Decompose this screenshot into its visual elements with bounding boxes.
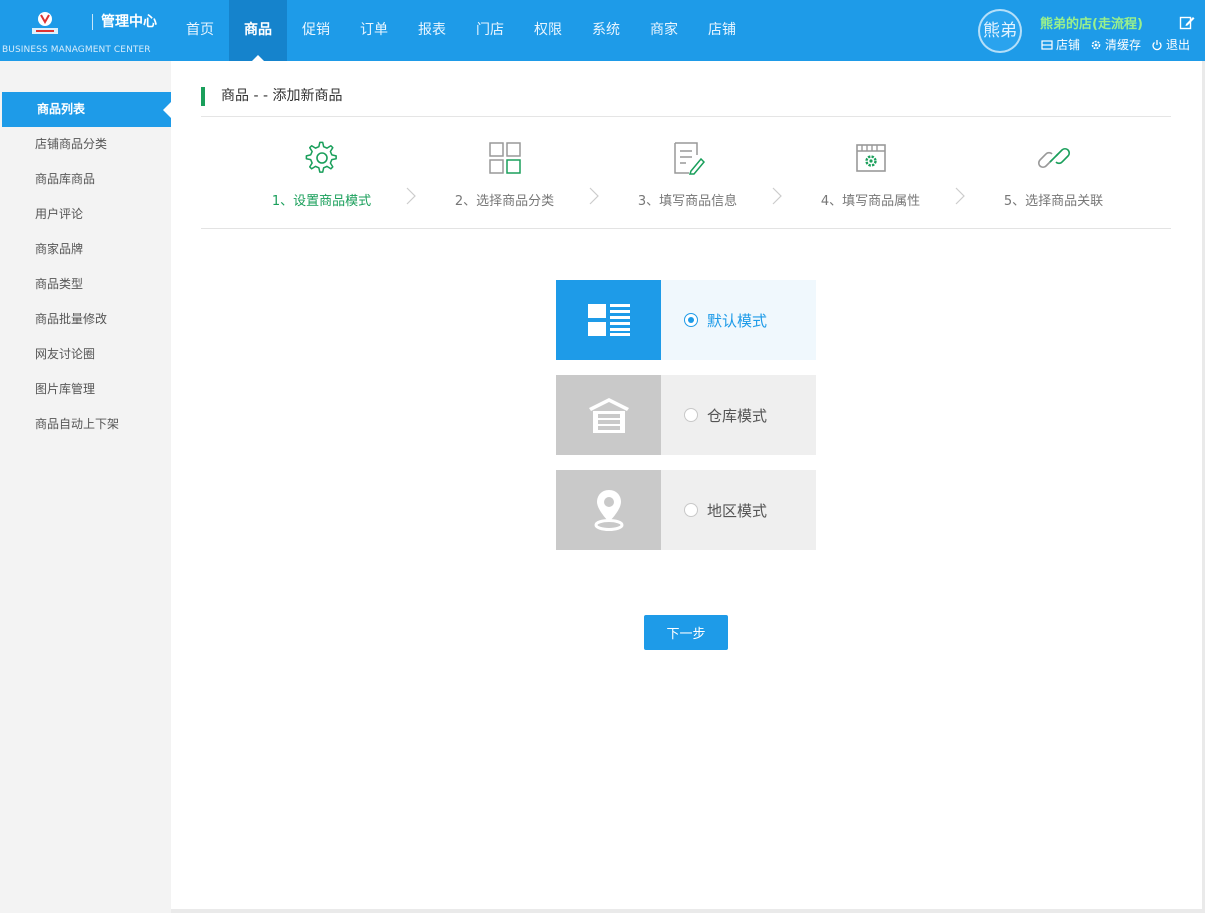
step-3: 3、填写商品信息 [596, 117, 779, 229]
nav-promotion[interactable]: 促销 [287, 0, 345, 61]
mode-icon-tile [556, 470, 661, 550]
logout-label: 退出 [1166, 38, 1191, 52]
page-title: 商品 - - 添加新商品 [201, 87, 342, 106]
sidebar-item-goods-list[interactable]: 商品列表 [2, 92, 171, 127]
nav-home[interactable]: 首页 [171, 0, 229, 61]
main-nav: 首页 商品 促销 订单 报表 门店 权限 系统 商家 店铺 [171, 0, 751, 61]
clear-cache-label: 清缓存 [1105, 38, 1142, 52]
sidebar-item-discussion[interactable]: 网友讨论圈 [0, 337, 171, 372]
nav-stores[interactable]: 门店 [461, 0, 519, 61]
mode-option-warehouse[interactable]: 仓库模式 [556, 375, 816, 455]
edit-document-icon [673, 142, 705, 175]
clear-cache-link[interactable]: 清缓存 [1090, 36, 1141, 53]
grid-icon [488, 142, 521, 174]
user-links: 店铺 清缓存 退出 [1041, 36, 1190, 53]
logo-icon [32, 12, 58, 34]
sidebar-item-batch-edit[interactable]: 商品批量修改 [0, 302, 171, 337]
nav-shop[interactable]: 店铺 [693, 0, 751, 61]
mode-body: 仓库模式 [661, 375, 816, 455]
mode-label: 地区模式 [707, 501, 768, 520]
step-4-label: 4、填写商品属性 [820, 194, 921, 209]
warehouse-icon [588, 398, 629, 433]
mode-icon-tile [556, 375, 661, 455]
step-1-label: 1、设置商品模式 [271, 194, 372, 209]
step-5-label: 5、选择商品关联 [1003, 194, 1104, 209]
sidebar-item-auto-shelf[interactable]: 商品自动上下架 [0, 407, 171, 442]
app-subtitle: BUSINESS MANAGMENT CENTER [2, 45, 151, 55]
mode-body: 默认模式 [661, 280, 816, 360]
mode-icon-tile [556, 280, 661, 360]
sidebar-item-user-reviews[interactable]: 用户评论 [0, 197, 171, 232]
step-2: 2、选择商品分类 [413, 117, 596, 229]
logout-link[interactable]: 退出 [1151, 36, 1190, 53]
main-content: 商品 - - 添加新商品 1、设置商品模式 2、选择商品分类 3、填写商品信息 … [171, 61, 1202, 909]
settings-window-icon [855, 144, 886, 172]
nav-reports[interactable]: 报表 [403, 0, 461, 61]
user-area: 熊弟 熊弟的店(走流程) 店铺 清缓存 退出 [975, 0, 1205, 61]
next-step-button[interactable]: 下一步 [644, 615, 728, 650]
sidebar-item-goods-types[interactable]: 商品类型 [0, 267, 171, 302]
shop-link-label: 店铺 [1056, 38, 1081, 52]
step-3-label: 3、填写商品信息 [637, 194, 738, 209]
mode-option-region[interactable]: 地区模式 [556, 470, 816, 550]
shop-icon [1041, 39, 1053, 50]
gear-icon [305, 141, 337, 173]
nav-system[interactable]: 系统 [577, 0, 635, 61]
step-5: 5、选择商品关联 [962, 117, 1145, 229]
power-icon [1152, 39, 1162, 50]
nav-goods[interactable]: 商品 [229, 0, 287, 61]
bottom-edge [171, 909, 1202, 913]
sidebar-item-goods-library[interactable]: 商品库商品 [0, 162, 171, 197]
nav-permissions[interactable]: 权限 [519, 0, 577, 61]
edit-icon[interactable] [1179, 14, 1195, 30]
location-pin-icon [594, 490, 623, 531]
radio-button[interactable] [684, 503, 698, 517]
link-icon [1037, 147, 1070, 169]
sidebar-item-image-library[interactable]: 图片库管理 [0, 372, 171, 407]
sidebar-item-shop-categories[interactable]: 店铺商品分类 [0, 127, 171, 162]
top-bar: 管理中心 BUSINESS MANAGMENT CENTER 首页 商品 促销 … [0, 0, 1205, 61]
mode-option-default[interactable]: 默认模式 [556, 280, 816, 360]
shop-link[interactable]: 店铺 [1041, 36, 1080, 53]
nav-orders[interactable]: 订单 [345, 0, 403, 61]
list-layout-icon [587, 304, 630, 336]
mode-label: 仓库模式 [707, 406, 768, 425]
shop-name[interactable]: 熊弟的店(走流程) [1040, 13, 1143, 32]
gear-icon [1091, 40, 1101, 49]
step-1: 1、设置商品模式 [230, 117, 413, 229]
sidebar: 商品列表 店铺商品分类 商品库商品 用户评论 商家品牌 商品类型 商品批量修改 … [0, 61, 171, 913]
step-4: 4、填写商品属性 [779, 117, 962, 229]
step-progress: 1、设置商品模式 2、选择商品分类 3、填写商品信息 4、填写商品属性 5、选择… [201, 117, 1171, 229]
sidebar-item-brands[interactable]: 商家品牌 [0, 232, 171, 267]
mode-body: 地区模式 [661, 470, 816, 550]
avatar[interactable]: 熊弟 [978, 9, 1022, 53]
radio-button[interactable] [684, 313, 698, 327]
mode-label: 默认模式 [707, 311, 768, 330]
step-2-label: 2、选择商品分类 [454, 194, 555, 209]
nav-merchants[interactable]: 商家 [635, 0, 693, 61]
sidebar-menu: 商品列表 店铺商品分类 商品库商品 用户评论 商家品牌 商品类型 商品批量修改 … [0, 92, 171, 442]
logo-area[interactable]: 管理中心 BUSINESS MANAGMENT CENTER [0, 0, 171, 61]
app-title: 管理中心 [92, 14, 157, 30]
mode-selector: 默认模式 仓库模式 地区模式 [556, 280, 816, 565]
radio-button[interactable] [684, 408, 698, 422]
